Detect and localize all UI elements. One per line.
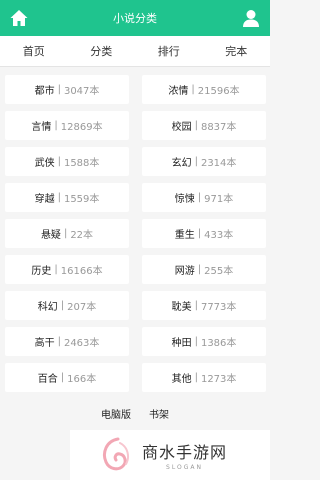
category-name: 言情 [31, 122, 52, 133]
category-separator: | [57, 84, 61, 95]
page-title: 小说分类 [113, 12, 157, 25]
category-count: 22本 [70, 230, 94, 241]
category-separator: | [194, 336, 198, 347]
nav-tab-2[interactable]: 排行 [135, 43, 203, 59]
category-count: 255本 [204, 266, 234, 277]
category-count: 2314本 [200, 158, 237, 169]
category-separator: | [57, 192, 61, 203]
category-separator: | [194, 120, 198, 131]
category-item[interactable]: 高干 | 2463本 [5, 327, 129, 356]
category-separator: | [194, 372, 198, 383]
category-name: 高干 [34, 338, 55, 349]
nav-tab-0[interactable]: 首页 [0, 43, 68, 59]
category-separator: | [60, 300, 65, 311]
watermark-slogan: SLOGAN [166, 464, 203, 471]
category-count: 166本 [67, 374, 97, 385]
watermark-site-name: 商水手游网 [142, 443, 228, 462]
category-separator: | [63, 228, 68, 239]
category-item[interactable]: 言情 | 12869本 [5, 111, 129, 140]
desktop-version-link[interactable]: 电脑版 [101, 406, 131, 421]
watermark-banner: 商水手游网 SLOGAN [70, 430, 270, 480]
category-name: 武侠 [34, 158, 55, 169]
category-item[interactable]: 其他 | 1273本 [142, 363, 266, 392]
category-count: 12869本 [60, 122, 103, 133]
category-item[interactable]: 种田 | 1386本 [142, 327, 266, 356]
category-count: 8837本 [200, 122, 237, 133]
category-separator: | [194, 300, 198, 311]
category-name: 种田 [171, 338, 192, 349]
category-item[interactable]: 百合 | 166本 [5, 363, 129, 392]
category-separator: | [197, 192, 202, 203]
category-count: 1559本 [63, 194, 100, 205]
nav-tab-3[interactable]: 完本 [203, 43, 271, 59]
home-icon[interactable] [8, 7, 30, 29]
bookshelf-link[interactable]: 书架 [149, 406, 169, 421]
category-separator: | [60, 372, 65, 383]
category-item[interactable]: 穿越 | 1559本 [5, 183, 129, 212]
category-separator: | [191, 84, 195, 95]
category-count: 3047本 [63, 86, 100, 97]
category-separator: | [54, 264, 58, 275]
category-count: 1386本 [200, 338, 237, 349]
app-header: 小说分类 [0, 0, 270, 36]
category-item[interactable]: 网游 | 255本 [142, 255, 266, 284]
category-separator: | [57, 336, 61, 347]
top-nav: 首页 分类 排行 完本 [0, 36, 270, 67]
category-item[interactable]: 科幻 | 207本 [5, 291, 129, 320]
user-icon[interactable] [240, 7, 262, 29]
category-item[interactable]: 耽美 | 7773本 [142, 291, 266, 320]
category-count: 16166本 [60, 266, 103, 277]
category-name: 耽美 [171, 302, 192, 313]
swirl-logo-icon [96, 435, 136, 475]
category-separator: | [197, 264, 202, 275]
category-name: 惊悚 [174, 194, 195, 205]
category-name: 都市 [34, 86, 55, 97]
category-count: 433本 [204, 230, 234, 241]
category-name: 历史 [31, 266, 52, 277]
category-count: 971本 [204, 194, 234, 205]
category-separator: | [57, 156, 61, 167]
category-count: 1273本 [200, 374, 237, 385]
category-item[interactable]: 玄幻 | 2314本 [142, 147, 266, 176]
category-separator: | [54, 120, 58, 131]
category-item[interactable]: 武侠 | 1588本 [5, 147, 129, 176]
category-count: 7773本 [200, 302, 237, 313]
category-count: 207本 [67, 302, 97, 313]
category-separator: | [197, 228, 202, 239]
category-separator: | [194, 156, 198, 167]
category-count: 21596本 [197, 86, 240, 97]
category-name: 玄幻 [171, 158, 192, 169]
category-grid: 都市 | 3047本 浓情 | 21596本 言情 | 12869本 校园 | 8837本 武侠 | 158… [0, 67, 270, 392]
category-item[interactable]: 历史 | 16166本 [5, 255, 129, 284]
category-item[interactable]: 惊悚 | 971本 [142, 183, 266, 212]
category-item[interactable]: 悬疑 | 22本 [5, 219, 129, 248]
category-name: 网游 [174, 266, 195, 277]
category-item[interactable]: 校园 | 8837本 [142, 111, 266, 140]
category-name: 悬疑 [40, 230, 61, 241]
category-name: 科幻 [37, 302, 58, 313]
footer-links: 电脑版 书架 [0, 406, 270, 421]
category-item[interactable]: 都市 | 3047本 [5, 75, 129, 104]
category-item[interactable]: 重生 | 433本 [142, 219, 266, 248]
category-name: 浓情 [168, 86, 189, 97]
category-count: 1588本 [63, 158, 100, 169]
category-name: 穿越 [34, 194, 55, 205]
category-count: 2463本 [63, 338, 100, 349]
category-name: 重生 [174, 230, 195, 241]
category-item[interactable]: 浓情 | 21596本 [142, 75, 266, 104]
nav-tab-1[interactable]: 分类 [68, 43, 136, 59]
category-name: 其他 [171, 374, 192, 385]
category-name: 百合 [37, 374, 58, 385]
category-name: 校园 [171, 122, 192, 133]
